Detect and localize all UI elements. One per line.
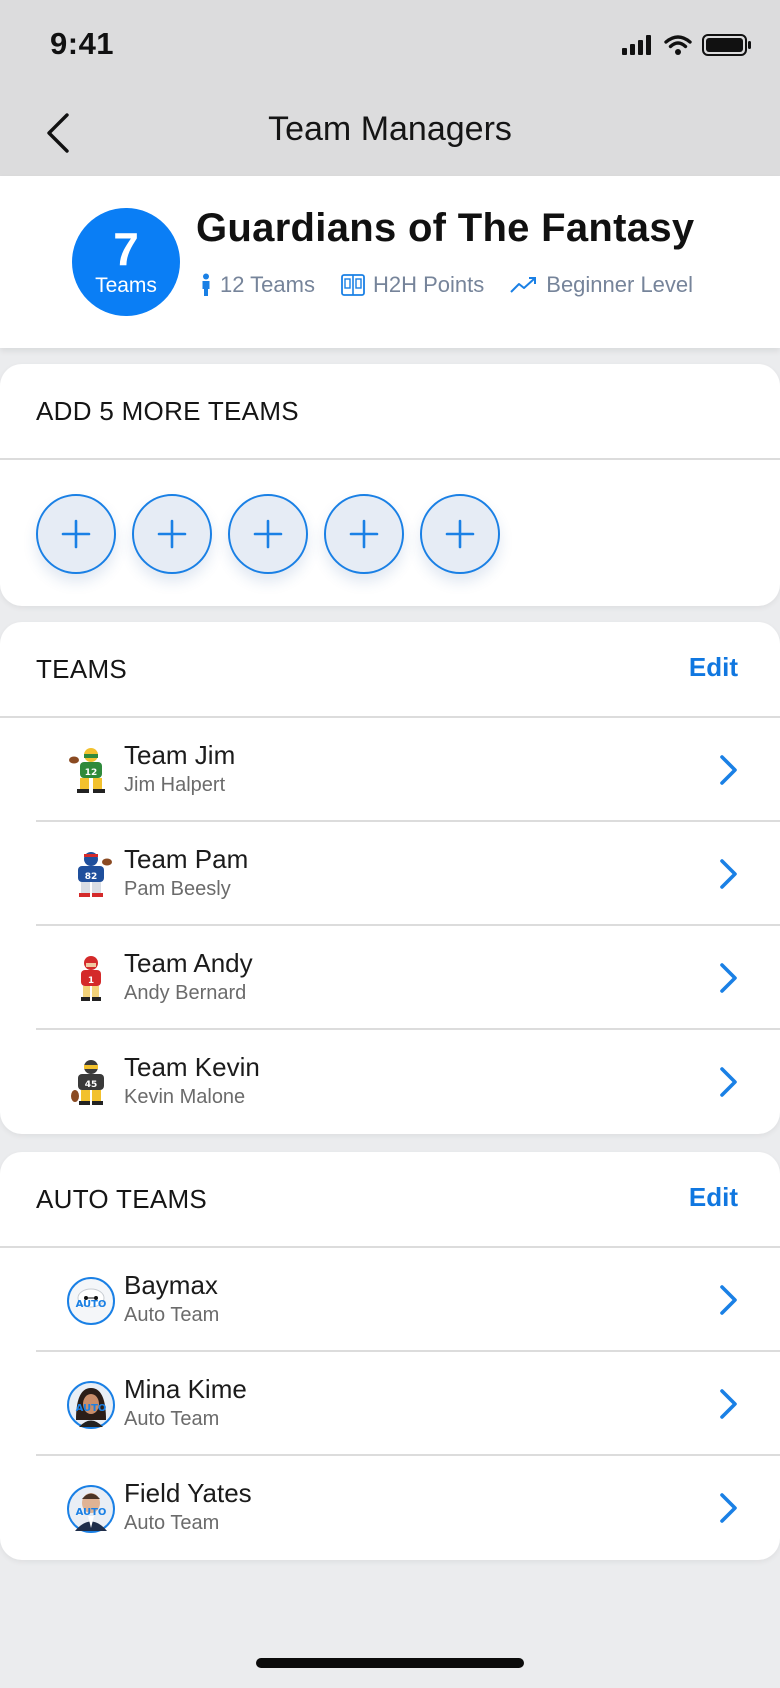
team-count-number: 7 [113,223,139,275]
team-count-badge: 7 Teams [72,208,180,316]
team-row[interactable]: 45 Team Kevin Kevin Malone [36,1030,780,1134]
plus-icon [61,519,91,549]
meta-scoring-label: H2H Points [372,272,485,297]
add-teams-header: ADD 5 MORE TEAMS [0,364,780,460]
auto-badge-text: AUTO [76,1299,107,1310]
svg-text:82: 82 [85,872,98,882]
team-count-label: Teams [95,274,157,297]
status-time: 9:41 [50,26,115,61]
team-name: Team Pam [124,844,249,874]
plus-icon [253,519,283,549]
person-photo-avatar-icon: AUTO [67,1381,115,1429]
meta-teams: 12 Teams [200,272,315,298]
add-team-button[interactable] [228,494,308,574]
chevron-right-icon [720,859,737,889]
meta-level: Beginner Level [510,272,693,298]
auto-team-name: Mina Kime [124,1374,247,1404]
chevron-right-icon [720,1067,737,1097]
teams-edit-link[interactable]: Edit [689,652,738,683]
add-team-button[interactable] [132,494,212,574]
auto-team-row[interactable]: AUTO Mina Kime Auto Team [36,1352,780,1456]
chevron-right-icon [720,755,737,785]
auto-team-subtitle: Auto Team [124,1408,220,1430]
person-photo-avatar-icon: AUTO [67,1485,115,1533]
league-name: Guardians of The Fantasy [196,206,695,250]
team-row[interactable]: 1 Team Andy Andy Bernard [36,926,780,1030]
home-indicator[interactable] [256,1658,524,1668]
add-team-button[interactable] [324,494,404,574]
plus-icon [445,519,475,549]
team-row[interactable]: 12 Team Jim Jim Halpert [36,718,780,822]
status-icons [622,34,752,56]
auto-team-name: Field Yates [124,1478,252,1508]
meta-teams-label: 12 Teams [220,272,315,297]
auto-teams-edit-link[interactable]: Edit [689,1182,738,1213]
add-teams-card: ADD 5 MORE TEAMS [0,364,780,606]
svg-text:45: 45 [85,1080,98,1090]
team-owner: Pam Beesly [124,878,231,900]
auto-teams-header: AUTO TEAMS Edit [0,1152,780,1248]
scoreboard-icon [341,274,365,296]
meta-scoring: H2H Points [341,272,484,298]
player-avatar-icon: 45 [71,1060,104,1105]
plus-icon [349,519,379,549]
auto-badge-text: AUTO [76,1507,107,1518]
teams-title: TEAMS [36,654,128,684]
chevron-right-icon [720,1389,737,1419]
signal-icon [622,35,651,55]
player-avatar-icon: 1 [81,956,101,1001]
add-teams-title: ADD 5 MORE TEAMS [36,396,299,426]
team-name: Team Jim [124,740,236,770]
baymax-avatar-icon: AUTO [67,1277,115,1325]
auto-teams-card: AUTO TEAMS Edit AUTO Baymax Auto Team AU… [0,1152,780,1560]
team-owner: Andy Bernard [124,982,247,1004]
player-avatar-icon: 82 [78,852,112,897]
meta-level-label: Beginner Level [546,272,694,297]
chevron-right-icon [720,1285,737,1315]
team-owner: Jim Halpert [124,774,226,796]
auto-team-subtitle: Auto Team [124,1512,220,1534]
auto-team-row[interactable]: AUTO Baymax Auto Team [36,1248,780,1352]
auto-teams-title: AUTO TEAMS [36,1184,208,1214]
add-team-button[interactable] [36,494,116,574]
battery-icon [702,34,751,56]
auto-team-row[interactable]: AUTO Field Yates Auto Team [36,1456,780,1560]
svg-text:12: 12 [85,768,98,778]
team-name: Team Andy [124,948,253,978]
add-team-button[interactable] [420,494,500,574]
status-bar: 9:41 [0,0,780,90]
player-avatar-icon: 12 [69,748,105,793]
auto-team-name: Baymax [124,1270,218,1300]
auto-badge-text: AUTO [76,1403,107,1414]
league-header: 7 Teams Guardians of The Fantasy 12 Team… [0,176,780,348]
plus-icon [157,519,187,549]
chevron-right-icon [720,1493,737,1523]
person-icon [202,273,210,296]
team-owner: Kevin Malone [124,1086,246,1108]
wifi-icon [664,35,692,55]
team-name: Team Kevin [124,1052,260,1082]
teams-card: TEAMS Edit 12 Team Jim Jim Halpert 82 Te… [0,622,780,1134]
team-row[interactable]: 82 Team Pam Pam Beesly [36,822,780,926]
nav-bar: Team Managers [0,90,780,176]
chevron-right-icon [720,963,737,993]
page-title: Team Managers [268,110,512,148]
svg-text:1: 1 [88,976,94,986]
teams-header: TEAMS Edit [0,622,780,718]
league-meta: 12 Teams H2H Points Beginner Level [200,272,693,298]
trend-icon [510,277,537,293]
add-team-slots [0,460,780,574]
auto-team-subtitle: Auto Team [124,1304,220,1326]
